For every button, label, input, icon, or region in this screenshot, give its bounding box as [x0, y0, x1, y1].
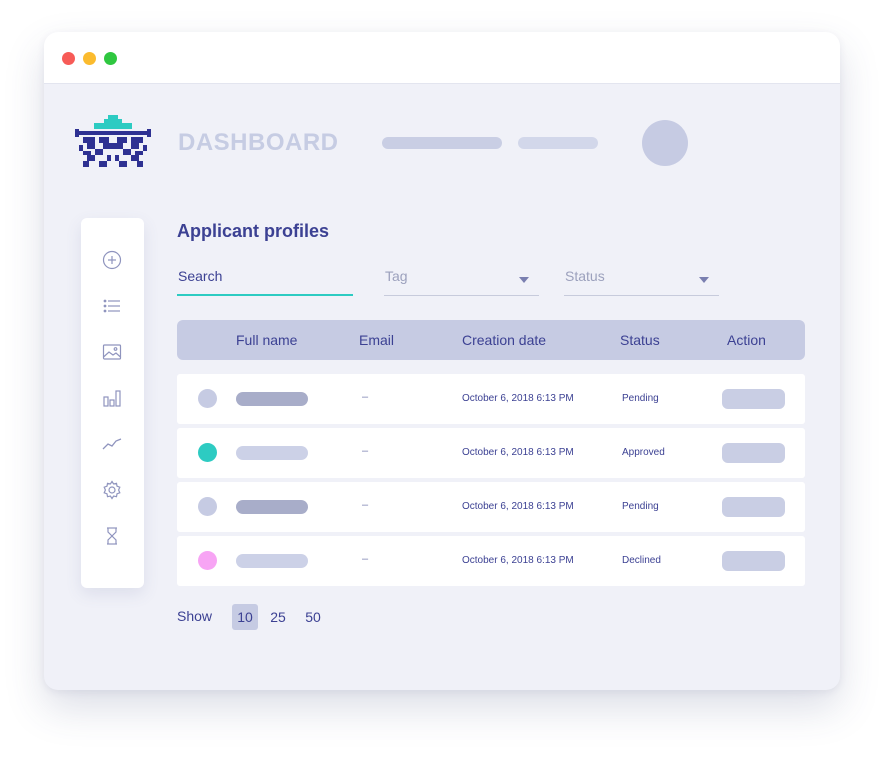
- table-row[interactable]: – October 6, 2018 6:13 PM Declined: [177, 536, 805, 586]
- creation-date-cell: October 6, 2018 6:13 PM: [462, 555, 574, 566]
- action-button[interactable]: [722, 443, 785, 463]
- title-bar: [44, 32, 840, 84]
- page-size-option[interactable]: 50: [300, 604, 326, 630]
- column-header-action[interactable]: Action: [727, 332, 766, 348]
- column-header-status[interactable]: Status: [620, 332, 660, 348]
- status-dropdown[interactable]: Status: [564, 262, 719, 296]
- nav-placeholder-2[interactable]: [518, 137, 598, 149]
- column-header-creation-date[interactable]: Creation date: [462, 332, 546, 348]
- table-row[interactable]: – October 6, 2018 6:13 PM Approved: [177, 428, 805, 478]
- nav-placeholder-1[interactable]: [382, 137, 502, 149]
- user-avatar-icon[interactable]: [642, 120, 688, 166]
- gear-icon[interactable]: [101, 479, 123, 501]
- column-header-full-name[interactable]: Full name: [236, 332, 297, 348]
- email-cell: –: [362, 499, 369, 511]
- status-cell: Pending: [622, 501, 659, 512]
- full-name-placeholder: [236, 446, 308, 460]
- status-dot: [198, 443, 217, 462]
- full-name-placeholder: [236, 392, 308, 406]
- full-name-placeholder: [236, 500, 308, 514]
- action-button[interactable]: [722, 497, 785, 517]
- table-row[interactable]: – October 6, 2018 6:13 PM Pending: [177, 374, 805, 424]
- page-size-option[interactable]: 25: [265, 604, 291, 630]
- table-header: Full name Email Creation date Status Act…: [177, 320, 805, 360]
- status-dot: [198, 497, 217, 516]
- space-invader-logo-icon[interactable]: [75, 115, 151, 171]
- tag-dropdown[interactable]: Tag: [384, 262, 539, 296]
- hourglass-icon[interactable]: [101, 525, 123, 547]
- status-label: Status: [565, 268, 605, 284]
- search-label: Search: [178, 268, 223, 284]
- creation-date-cell: October 6, 2018 6:13 PM: [462, 447, 574, 458]
- email-cell: –: [362, 445, 369, 457]
- status-dot: [198, 389, 217, 408]
- search-input[interactable]: Search: [177, 262, 353, 296]
- email-cell: –: [362, 391, 369, 403]
- app-window: DASHBOARD Applicant profiles Search Tag …: [44, 32, 840, 690]
- column-header-email[interactable]: Email: [359, 332, 394, 348]
- chevron-down-icon: [519, 277, 529, 283]
- sidebar: [81, 218, 144, 588]
- action-button[interactable]: [722, 551, 785, 571]
- action-button[interactable]: [722, 389, 785, 409]
- status-cell: Pending: [622, 393, 659, 404]
- email-cell: –: [362, 553, 369, 565]
- app-title: DASHBOARD: [178, 129, 339, 156]
- full-name-placeholder: [236, 554, 308, 568]
- creation-date-cell: October 6, 2018 6:13 PM: [462, 393, 574, 404]
- list-icon[interactable]: [101, 295, 123, 317]
- bar-chart-icon[interactable]: [101, 387, 123, 409]
- add-circle-icon[interactable]: [101, 249, 123, 271]
- status-dot: [198, 551, 217, 570]
- status-cell: Approved: [622, 447, 665, 458]
- section-title: Applicant profiles: [177, 221, 330, 241]
- minimize-window-button[interactable]: [83, 52, 96, 65]
- maximize-window-button[interactable]: [104, 52, 117, 65]
- creation-date-cell: October 6, 2018 6:13 PM: [462, 501, 574, 512]
- chevron-down-icon: [699, 277, 709, 283]
- status-cell: Declined: [622, 555, 661, 566]
- page-size-option[interactable]: 10: [232, 604, 258, 630]
- line-chart-icon[interactable]: [101, 433, 123, 455]
- table-row[interactable]: – October 6, 2018 6:13 PM Pending: [177, 482, 805, 532]
- tag-label: Tag: [385, 268, 408, 284]
- close-window-button[interactable]: [62, 52, 75, 65]
- show-label: Show: [177, 608, 213, 624]
- image-icon[interactable]: [101, 341, 123, 363]
